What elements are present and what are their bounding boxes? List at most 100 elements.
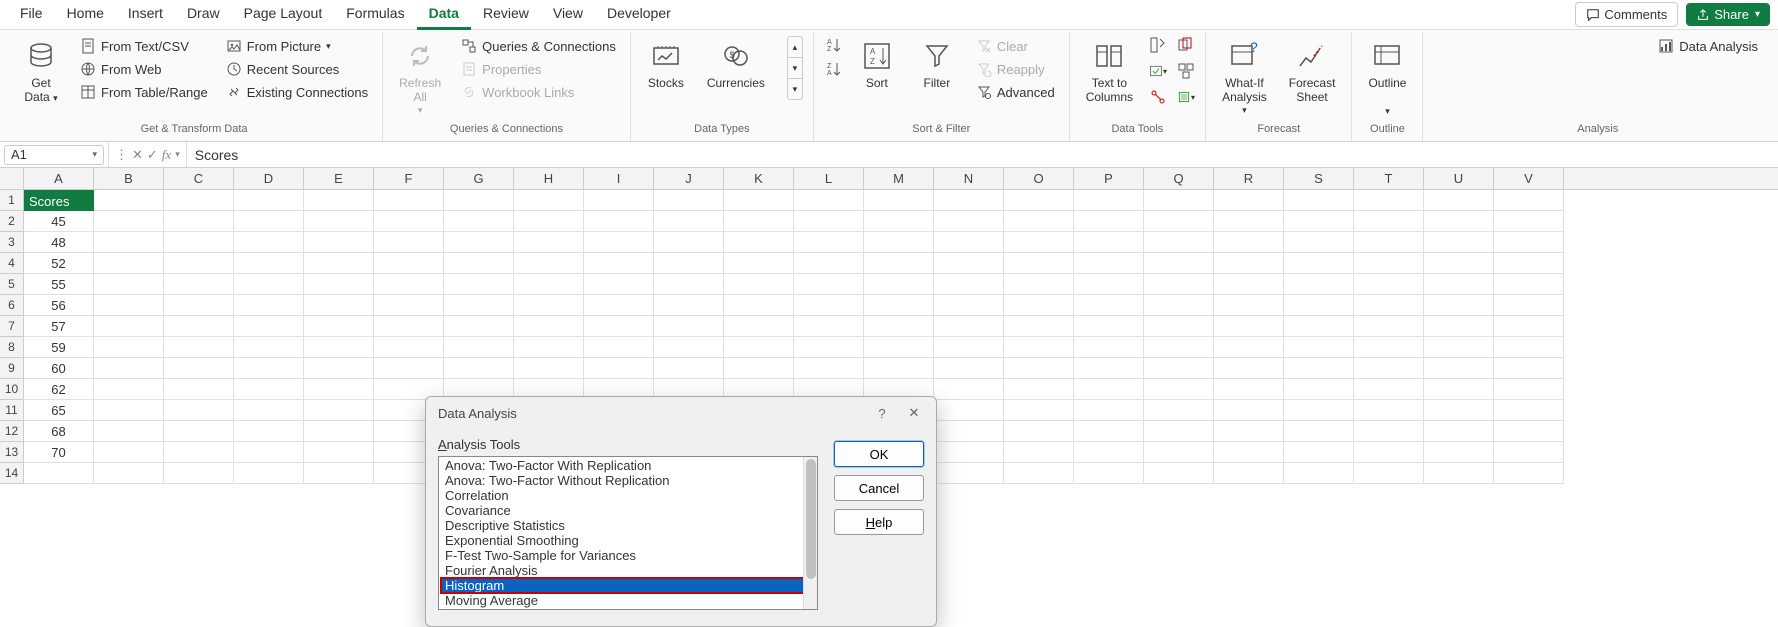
- cell[interactable]: [94, 253, 164, 274]
- cell[interactable]: [654, 358, 724, 379]
- cell[interactable]: [584, 337, 654, 358]
- cell[interactable]: [304, 295, 374, 316]
- cell[interactable]: [1494, 253, 1564, 274]
- cell[interactable]: [514, 190, 584, 211]
- cell[interactable]: [1284, 295, 1354, 316]
- cell[interactable]: [164, 421, 234, 442]
- cell[interactable]: [514, 316, 584, 337]
- cell[interactable]: [1144, 463, 1214, 484]
- dialog-help-icon[interactable]: ?: [872, 406, 892, 421]
- cell[interactable]: [444, 211, 514, 232]
- cell[interactable]: [94, 211, 164, 232]
- cell[interactable]: [1494, 190, 1564, 211]
- cell[interactable]: [724, 211, 794, 232]
- cell[interactable]: [514, 232, 584, 253]
- from-table-range-button[interactable]: From Table/Range: [76, 82, 212, 102]
- what-if-analysis-button[interactable]: ? What-If Analysis▾: [1216, 36, 1273, 120]
- column-header[interactable]: S: [1284, 168, 1354, 189]
- cell[interactable]: [164, 358, 234, 379]
- vertical-dots-icon[interactable]: ⋮: [115, 147, 128, 163]
- cell[interactable]: [234, 253, 304, 274]
- cell[interactable]: [1354, 211, 1424, 232]
- cell[interactable]: [94, 337, 164, 358]
- cell[interactable]: [304, 442, 374, 463]
- existing-connections-button[interactable]: Existing Connections: [222, 82, 372, 102]
- scroll-more-icon[interactable]: ▾: [788, 79, 802, 99]
- cell[interactable]: [1214, 295, 1284, 316]
- from-web-button[interactable]: From Web: [76, 59, 212, 79]
- cell[interactable]: [654, 232, 724, 253]
- row-header[interactable]: 13: [0, 442, 24, 463]
- tab-file[interactable]: File: [8, 0, 55, 30]
- cell[interactable]: [654, 316, 724, 337]
- cell[interactable]: [1074, 190, 1144, 211]
- cell[interactable]: [94, 190, 164, 211]
- cell[interactable]: [1144, 337, 1214, 358]
- cell[interactable]: [374, 358, 444, 379]
- cell[interactable]: [864, 274, 934, 295]
- cell[interactable]: [794, 274, 864, 295]
- cell[interactable]: [934, 421, 1004, 442]
- cell[interactable]: [724, 316, 794, 337]
- scroll-down-icon[interactable]: ▾: [788, 58, 802, 79]
- cell[interactable]: [304, 232, 374, 253]
- cell[interactable]: [164, 190, 234, 211]
- outline-button[interactable]: Outline▾: [1362, 36, 1412, 121]
- cell[interactable]: [1214, 190, 1284, 211]
- cell[interactable]: [794, 337, 864, 358]
- cell[interactable]: [164, 316, 234, 337]
- cell[interactable]: [1354, 400, 1424, 421]
- ok-button[interactable]: OK: [834, 441, 924, 467]
- cell[interactable]: [514, 295, 584, 316]
- tab-home[interactable]: Home: [55, 0, 116, 30]
- cell[interactable]: [1354, 274, 1424, 295]
- list-item[interactable]: Correlation: [441, 488, 815, 503]
- column-header[interactable]: G: [444, 168, 514, 189]
- cell[interactable]: [234, 421, 304, 442]
- row-header[interactable]: 12: [0, 421, 24, 442]
- cell[interactable]: [1074, 337, 1144, 358]
- cell[interactable]: [1284, 274, 1354, 295]
- cell[interactable]: [374, 211, 444, 232]
- cell[interactable]: [1354, 379, 1424, 400]
- advanced-filter-button[interactable]: Advanced: [972, 82, 1059, 102]
- cell[interactable]: [514, 337, 584, 358]
- cell[interactable]: [1144, 442, 1214, 463]
- cell[interactable]: [1144, 190, 1214, 211]
- name-box[interactable]: A1 ▾: [4, 145, 104, 165]
- cell[interactable]: [1074, 463, 1144, 484]
- cell[interactable]: [234, 316, 304, 337]
- cell[interactable]: [234, 190, 304, 211]
- cell[interactable]: [1284, 253, 1354, 274]
- cell[interactable]: [164, 463, 234, 484]
- consolidate-button[interactable]: [1177, 62, 1195, 80]
- cell[interactable]: [934, 442, 1004, 463]
- cell[interactable]: [1004, 358, 1074, 379]
- cell[interactable]: [584, 295, 654, 316]
- cell[interactable]: [304, 274, 374, 295]
- sort-asc-button[interactable]: AZ: [824, 36, 842, 54]
- cell[interactable]: [1004, 442, 1074, 463]
- listbox-scrollbar[interactable]: [803, 457, 817, 609]
- cell[interactable]: [864, 316, 934, 337]
- cell[interactable]: [1074, 316, 1144, 337]
- tab-data[interactable]: Data: [417, 0, 471, 30]
- cell[interactable]: [934, 316, 1004, 337]
- row-header[interactable]: 10: [0, 379, 24, 400]
- cell[interactable]: [164, 232, 234, 253]
- cell[interactable]: [94, 274, 164, 295]
- column-header[interactable]: J: [654, 168, 724, 189]
- cell[interactable]: [934, 232, 1004, 253]
- analysis-tools-listbox[interactable]: Anova: Two-Factor With ReplicationAnova:…: [438, 456, 818, 610]
- cell[interactable]: [1004, 295, 1074, 316]
- data-analysis-button[interactable]: Data Analysis: [1654, 36, 1762, 56]
- cell[interactable]: [444, 274, 514, 295]
- column-header[interactable]: L: [794, 168, 864, 189]
- column-header[interactable]: A: [24, 168, 94, 189]
- column-header[interactable]: E: [304, 168, 374, 189]
- cell[interactable]: [234, 232, 304, 253]
- recent-sources-button[interactable]: Recent Sources: [222, 59, 372, 79]
- cell[interactable]: [934, 400, 1004, 421]
- cell[interactable]: [1214, 442, 1284, 463]
- cell[interactable]: [1494, 232, 1564, 253]
